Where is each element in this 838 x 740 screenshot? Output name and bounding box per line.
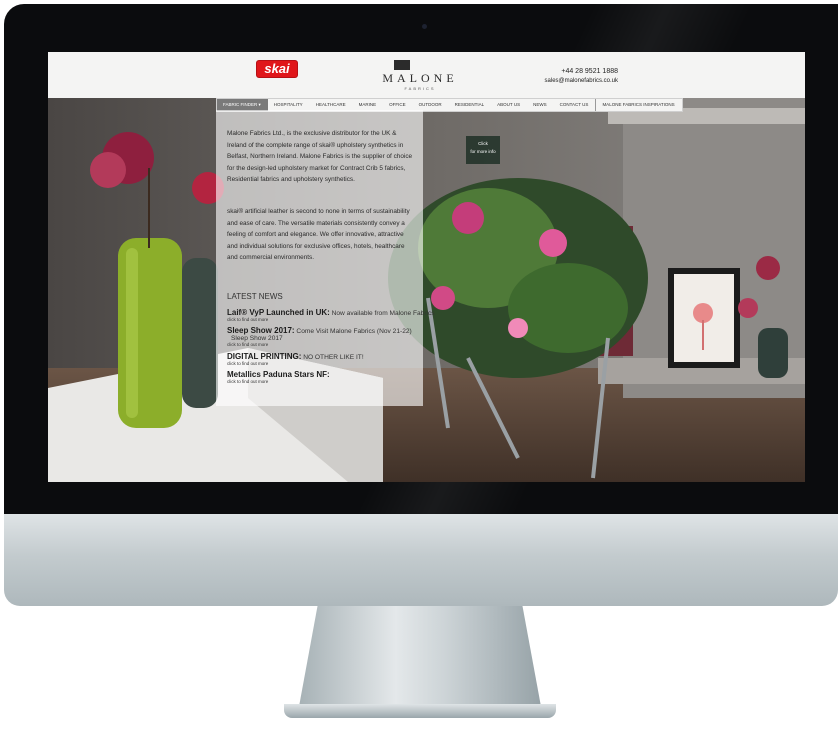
nav-inspirations[interactable]: MALONE FABRICS INSPIRATIONS xyxy=(595,99,681,111)
news-headline: Laif® VyP Launched in UK: xyxy=(227,308,330,317)
camera-icon xyxy=(422,24,427,29)
news-item[interactable]: Laif® VyP Launched in UK: Now available … xyxy=(227,308,435,322)
contact-phone[interactable]: +44 28 9521 1888 xyxy=(561,68,618,75)
news-subline: Sleep Show 2017 xyxy=(231,335,283,342)
hero-image xyxy=(48,98,805,482)
intro-paragraph-1: Malone Fabrics Ltd., is the exclusive di… xyxy=(227,130,413,183)
badge-line-2: for more info xyxy=(470,149,496,154)
nav-news[interactable]: NEWS xyxy=(527,99,554,111)
monitor-stand-foot xyxy=(284,704,556,718)
news-headline: Sleep Show 2017: xyxy=(227,326,295,335)
news-read-more-link[interactable]: click to find out more xyxy=(227,317,419,322)
news-item[interactable]: DIGITAL PRINTING: NO OTHER LIKE IT! clic… xyxy=(227,352,419,366)
contact-email[interactable]: sales@malonefabrics.co.uk xyxy=(545,78,618,84)
news-read-more-link[interactable]: click to find out more xyxy=(227,379,419,384)
nav-contact-us[interactable]: CONTACT US xyxy=(554,99,596,111)
news-summary: NO OTHER LIKE IT! xyxy=(301,354,364,361)
monitor-chin xyxy=(4,514,838,606)
site-header: skai MALONE FABRICS +44 28 9521 1888 sal… xyxy=(48,52,805,98)
news-summary: Come Visit Malone Fabrics (Nov 21-22) xyxy=(294,328,412,335)
malone-logo[interactable]: MALONE xyxy=(378,71,462,86)
news-item[interactable]: Metallics Paduna Stars NF: click to find… xyxy=(227,370,419,384)
malone-logo-icon xyxy=(394,60,410,70)
badge-line-1: Click xyxy=(478,141,488,146)
news-summary: Now available from Malone Fabrics xyxy=(329,310,435,317)
monitor-stand xyxy=(298,606,542,712)
intro-panel: Malone Fabrics Ltd., is the exclusive di… xyxy=(216,110,435,406)
news-read-more-link[interactable]: click to find out more xyxy=(227,361,419,366)
website-screen: Click for more info skai MALONE FABRICS … xyxy=(48,52,805,482)
malone-logo-subtitle: FABRICS xyxy=(404,86,436,91)
news-headline: DIGITAL PRINTING: xyxy=(227,352,302,361)
news-headline: Metallics Paduna Stars NF: xyxy=(227,370,330,379)
nav-residential[interactable]: RESIDENTIAL xyxy=(449,99,492,111)
news-item[interactable]: Sleep Show 2017: Come Visit Malone Fabri… xyxy=(227,326,419,347)
chair-info-badge[interactable]: Click for more info xyxy=(466,136,500,164)
intro-paragraph-2: skai® artificial leather is second to no… xyxy=(227,208,410,261)
news-read-more-link[interactable]: click to find out more xyxy=(227,342,419,347)
skai-logo[interactable]: skai xyxy=(256,60,298,78)
nav-about-us[interactable]: ABOUT US xyxy=(491,99,527,111)
latest-news-heading: LATEST NEWS xyxy=(227,292,283,301)
